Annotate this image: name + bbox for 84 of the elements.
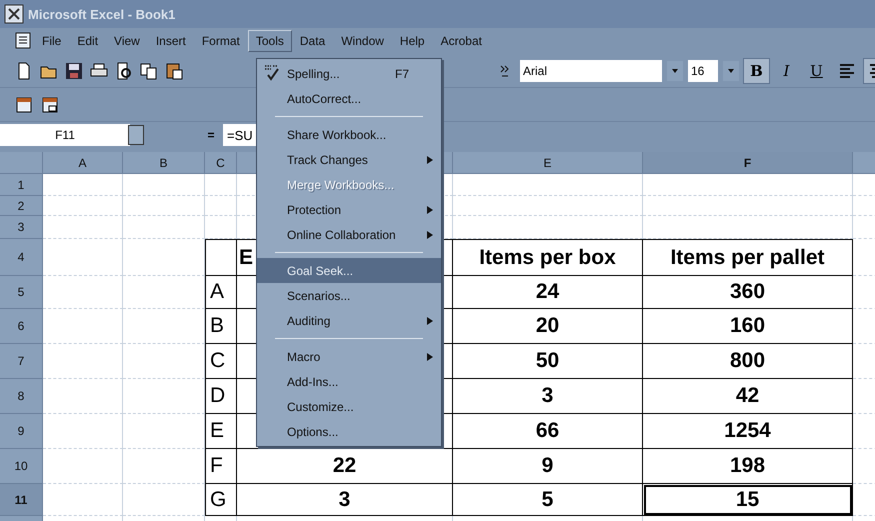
italic-button[interactable]: I xyxy=(774,58,799,82)
row-header[interactable]: 1 xyxy=(0,174,43,196)
pdf-mail-icon[interactable] xyxy=(40,94,60,114)
table-cell: 24 xyxy=(453,276,643,309)
table-cell: 800 xyxy=(643,344,853,379)
table-cell: 5 xyxy=(453,484,643,516)
table-cell: F xyxy=(205,449,237,484)
table-cell: 15 xyxy=(643,484,853,516)
menu-item[interactable]: Options... xyxy=(257,419,441,444)
table-cell: 9 xyxy=(453,449,643,484)
submenu-arrow-icon xyxy=(427,316,433,324)
table-cell: Items per box xyxy=(453,239,643,276)
row-header[interactable]: 2 xyxy=(0,196,43,216)
table-cell: 3 xyxy=(453,379,643,414)
table-cell: G xyxy=(205,484,237,516)
save-icon[interactable] xyxy=(64,60,84,80)
submenu-arrow-icon xyxy=(427,230,433,238)
menu-item[interactable]: Data xyxy=(292,30,334,52)
submenu-arrow-icon xyxy=(427,206,433,214)
submenu-arrow-icon xyxy=(427,352,433,360)
font-size-field[interactable]: 16 xyxy=(688,60,718,82)
spelling-check-icon xyxy=(263,64,281,82)
menu-item[interactable]: View xyxy=(106,30,148,52)
menu-item[interactable]: Share Workbook... xyxy=(257,122,441,147)
column-header[interactable]: A xyxy=(43,152,123,174)
table-cell: 50 xyxy=(453,344,643,379)
table-cell: D xyxy=(205,379,237,414)
menu-item[interactable]: Help xyxy=(392,30,433,52)
copy-icon[interactable] xyxy=(139,60,159,80)
table-cell: 42 xyxy=(643,379,853,414)
column-header[interactable]: E xyxy=(453,152,643,174)
menu-item[interactable]: Window xyxy=(333,30,392,52)
row-header[interactable]: 3 xyxy=(0,216,43,239)
menu-item[interactable]: AutoCorrect... xyxy=(257,86,441,111)
row-header[interactable]: 4 xyxy=(0,239,43,276)
menu-item[interactable]: Customize... xyxy=(257,394,441,419)
bold-button[interactable]: B xyxy=(744,58,769,82)
equals-button[interactable]: = xyxy=(199,128,223,142)
menu-item[interactable]: Protection xyxy=(257,197,441,222)
menu-item[interactable]: Format xyxy=(194,30,248,52)
name-box-dropdown-icon[interactable] xyxy=(128,125,144,145)
row-header[interactable]: 8 xyxy=(0,379,43,414)
table-cell: 3 xyxy=(237,484,453,516)
menu-item[interactable]: File xyxy=(34,30,70,52)
menu-item[interactable]: Macro xyxy=(257,344,441,369)
table-cell: B xyxy=(205,309,237,344)
row-header[interactable]: 7 xyxy=(0,344,43,379)
paste-icon[interactable] xyxy=(164,60,184,80)
menu-item[interactable]: Edit xyxy=(69,30,106,52)
row-header[interactable]: 5 xyxy=(0,276,43,309)
shortcut-label: F7 xyxy=(394,66,409,80)
table-cell: Items per pallet xyxy=(643,239,853,276)
column-header[interactable]: B xyxy=(123,152,205,174)
row-header[interactable]: 10 xyxy=(0,449,43,484)
column-header[interactable]: F xyxy=(643,152,853,174)
pdf-icon[interactable] xyxy=(14,94,34,114)
column-header[interactable]: C xyxy=(205,152,237,174)
menu-item[interactable]: Auditing xyxy=(257,308,441,333)
table-cell: 66 xyxy=(453,414,643,449)
menu-item[interactable]: Track Changes xyxy=(257,147,441,172)
table-cell: 1254 xyxy=(643,414,853,449)
menu-item[interactable]: Add-Ins... xyxy=(257,369,441,394)
table-cell: 160 xyxy=(643,309,853,344)
font-field[interactable]: Arial xyxy=(520,60,662,82)
menu-item[interactable]: Scenarios... xyxy=(257,283,441,308)
menu-item[interactable]: Insert xyxy=(148,30,194,52)
row-header[interactable]: 11 xyxy=(0,484,43,516)
row-header[interactable]: 9 xyxy=(0,414,43,449)
submenu-arrow-icon xyxy=(427,156,433,164)
window-title: Microsoft Excel - Book1 xyxy=(28,6,176,22)
table-cell: 360 xyxy=(643,276,853,309)
name-box[interactable]: F11 xyxy=(0,124,130,146)
table-cell: 20 xyxy=(453,309,643,344)
table-cell: C xyxy=(205,344,237,379)
app-icon xyxy=(4,4,24,24)
table-cell: A xyxy=(205,276,237,309)
menu-item[interactable]: Spelling... F7 xyxy=(257,61,441,86)
underline-button[interactable]: U xyxy=(804,58,829,82)
menu-item[interactable]: Goal Seek... xyxy=(257,258,441,283)
table-cell: 198 xyxy=(643,449,853,484)
row-header[interactable]: 6 xyxy=(0,309,43,344)
menu-item[interactable]: Acrobat xyxy=(432,30,490,52)
menu-item[interactable]: Tools xyxy=(248,30,292,52)
table-cell: E xyxy=(205,414,237,449)
